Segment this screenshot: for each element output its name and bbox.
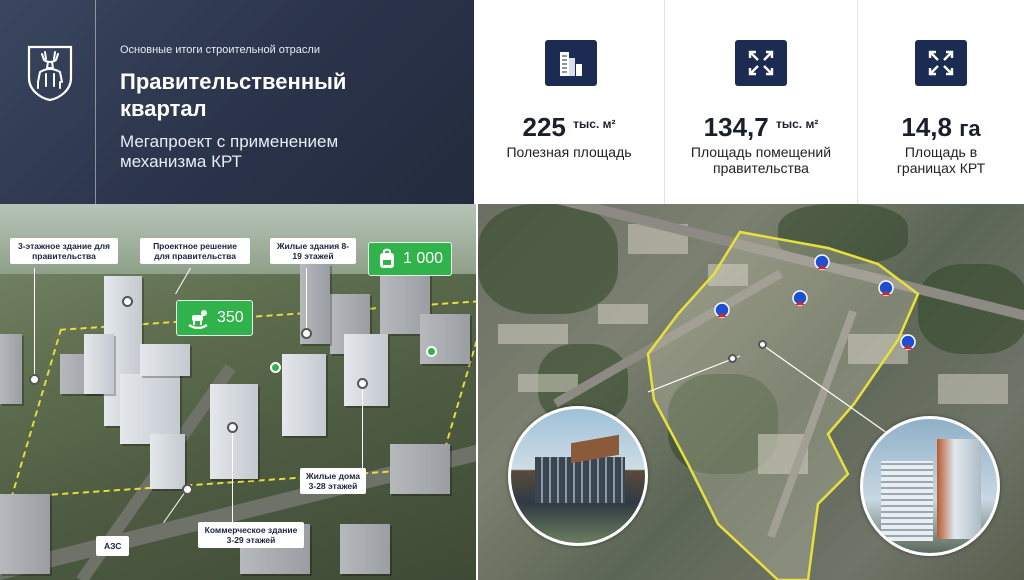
stat-label: Площадь помещений правительства: [690, 144, 832, 176]
stat-value: 225 тыс. м²: [522, 112, 616, 142]
deer-coat-of-arms-icon: [27, 45, 73, 102]
satellite-map-image: [478, 204, 1024, 580]
metro-pin-icon: [814, 254, 830, 270]
stats-panel: 225 тыс. м² Полезная площадь 134,7 тыс. …: [474, 0, 1024, 204]
label-leader: [306, 268, 307, 330]
map-marker-dot: [728, 354, 737, 363]
rocking-horse-icon: [188, 310, 208, 329]
metro-pin-icon: [792, 290, 808, 306]
stat-usable-area: 225 тыс. м² Полезная площадь: [474, 0, 664, 204]
stat-krt-area: 14,8 га Площадь в границах КРТ: [858, 0, 1024, 204]
expand-arrows-icon: [735, 40, 787, 86]
government-building-visualization: [508, 406, 648, 546]
visualization-tower: [937, 439, 981, 539]
header-panel: Основные итоги строительной отрасли Прав…: [0, 0, 474, 204]
label-gov-building: 3-этажное здание для правительства: [10, 238, 118, 264]
marker-dot: [357, 378, 368, 389]
label-residential-bottom: Жилые дома 3-28 этажей: [300, 468, 366, 494]
project-building: [84, 334, 114, 394]
render-building: [420, 314, 470, 364]
visualization-facade: [535, 457, 625, 503]
metro-pin-icon: [714, 302, 730, 318]
kindergarten-capacity-badge: 350: [176, 300, 253, 336]
marker-dot: [29, 374, 40, 385]
marker-dot: [182, 484, 193, 495]
logo-column: [0, 0, 96, 204]
render-building: [390, 444, 450, 494]
label-leader: [34, 268, 35, 376]
visualization-tower: [881, 461, 933, 541]
label-residential-top: Жилые здания 8-19 этажей: [270, 238, 356, 264]
stat-value: 134,7 тыс. м²: [703, 112, 819, 142]
kindergarten-capacity-value: 350: [217, 309, 244, 326]
render-building: [340, 524, 390, 574]
stat-label: Полезная площадь: [506, 144, 632, 160]
residential-building: [344, 334, 388, 406]
project-building: [140, 344, 190, 376]
label-leader: [362, 382, 363, 468]
label-gas-station: АЗС: [96, 536, 130, 556]
kindergarten-marker-dot: [270, 362, 281, 373]
render-building: [0, 494, 50, 574]
metro-pin-icon: [878, 280, 894, 296]
label-leader: [232, 428, 233, 524]
slide: Основные итоги строительной отрасли Прав…: [0, 0, 1024, 580]
residential-building: [282, 354, 326, 436]
marker-dot: [122, 296, 133, 307]
expand-arrows-icon: [915, 40, 967, 86]
stat-label: Площадь в границах КРТ: [896, 144, 986, 176]
residential-tower-visualization: [860, 416, 1000, 556]
marker-dot: [301, 328, 312, 339]
backpack-icon: [380, 248, 394, 268]
label-commercial: Коммерческое здание 3-29 этажей: [198, 522, 304, 548]
stat-value: 14,8 га: [901, 112, 981, 142]
label-project: Проектное решение для правительства: [140, 238, 250, 264]
school-capacity-badge: 1 000: [368, 242, 453, 276]
render-building: [0, 334, 22, 404]
project-building: [150, 434, 185, 489]
map-marker-dot: [758, 340, 767, 349]
quarter-render-image: 3-этажное здание для правительства Проек…: [0, 204, 476, 580]
school-marker-dot: [426, 346, 437, 357]
metro-pin-icon: [900, 334, 916, 350]
building-icon: [545, 40, 597, 86]
marker-dot: [227, 422, 238, 433]
stat-government-area: 134,7 тыс. м² Площадь помещений правител…: [665, 0, 857, 204]
school-capacity-value: 1 000: [403, 250, 444, 267]
header-kicker: Основные итоги строительной отрасли: [120, 44, 320, 56]
page-subtitle: Мегапроект с применением механизма КРТ: [120, 132, 339, 171]
page-title: Правительственный квартал: [120, 69, 347, 121]
